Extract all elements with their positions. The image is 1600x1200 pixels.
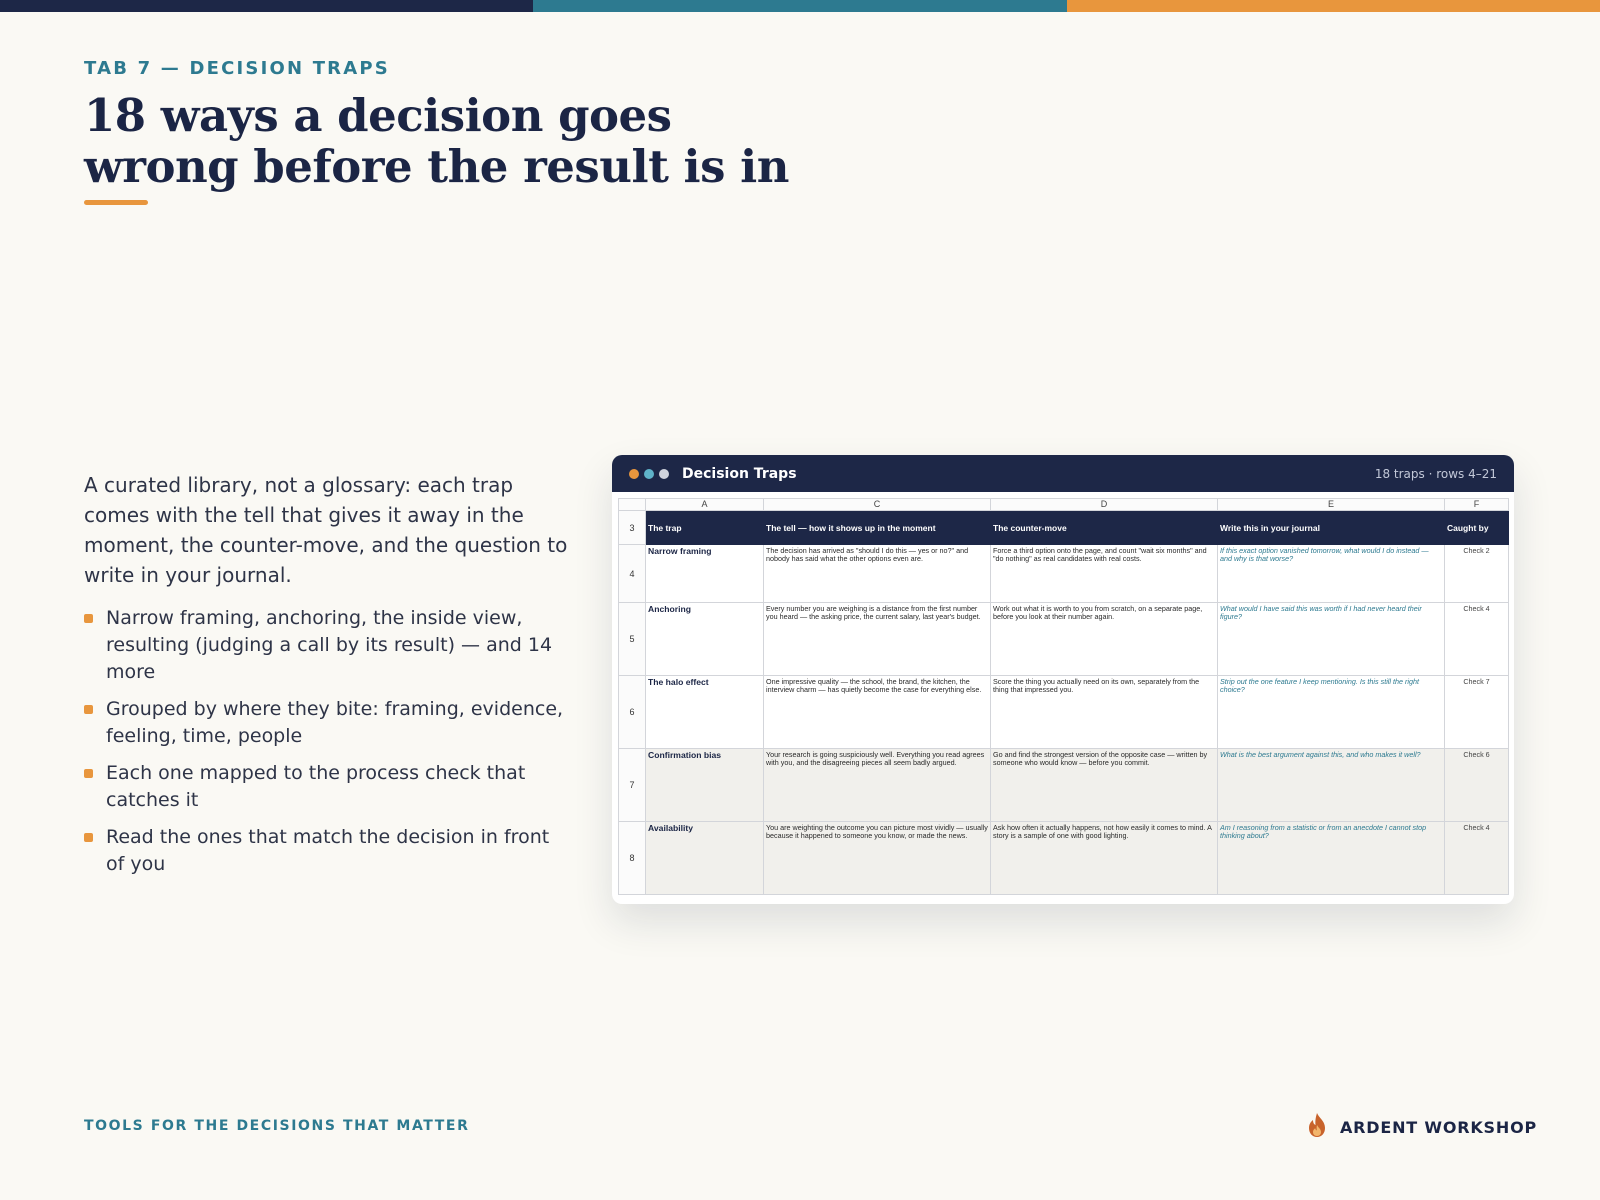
lead-paragraph: A curated library, not a glossary: each … — [84, 473, 568, 587]
bullet-marker — [84, 769, 93, 778]
column-letter[interactable]: A — [645, 498, 764, 511]
brand-lockup: ARDENT WORKSHOP — [1306, 1112, 1537, 1142]
tell-cell[interactable]: You are weighting the outcome you can pi… — [763, 821, 991, 895]
bullet-marker — [84, 833, 93, 842]
bullet-item: Narrow framing, anchoring, the inside vi… — [84, 605, 564, 686]
table-row: 7 Confirmation bias Your research is goi… — [618, 748, 1509, 822]
table-row: 6 The halo effect One impressive quality… — [618, 675, 1509, 749]
bullet-text: Grouped by where they bite: framing, evi… — [106, 698, 564, 747]
journal-cell[interactable]: What is the best argument against this, … — [1217, 748, 1445, 822]
row-number[interactable]: 3 — [618, 510, 646, 545]
bullet-marker — [84, 705, 93, 714]
spreadsheet-grid: A C D E F 3 The trap The tell — how it s… — [618, 498, 1509, 895]
table-header-row: 3 The trap The tell — how it shows up in… — [618, 510, 1509, 545]
row-number[interactable]: 6 — [618, 675, 646, 749]
bullet-text: Read the ones that match the decision in… — [106, 826, 550, 875]
table-row: 4 Narrow framing The decision has arrive… — [618, 544, 1509, 603]
page-title: 18 ways a decision goes wrong before the… — [84, 90, 884, 192]
top-accent-bar — [0, 0, 1600, 12]
header-cell[interactable]: The tell — how it shows up in the moment — [763, 510, 991, 545]
bullet-marker — [84, 614, 93, 623]
check-cell[interactable]: Check 4 — [1444, 821, 1509, 895]
journal-cell[interactable]: What would I have said this was worth if… — [1217, 602, 1445, 676]
eyebrow-label: TAB 7 — DECISION TRAPS — [84, 58, 390, 79]
tell-cell[interactable]: Every number you are weighing is a dista… — [763, 602, 991, 676]
trap-cell[interactable]: Availability — [645, 821, 764, 895]
journal-cell[interactable]: If this exact option vanished tomorrow, … — [1217, 544, 1445, 603]
window-dot-teal[interactable] — [644, 468, 654, 479]
header-cell[interactable]: Caught by — [1444, 510, 1509, 545]
check-cell[interactable]: Check 4 — [1444, 602, 1509, 676]
journal-cell[interactable]: Strip out the one feature I keep mention… — [1217, 675, 1445, 749]
bullet-item: Read the ones that match the decision in… — [84, 824, 564, 878]
table-row: 5 Anchoring Every number you are weighin… — [618, 602, 1509, 676]
column-letter[interactable]: C — [763, 498, 991, 511]
header-cell[interactable]: Write this in your journal — [1217, 510, 1445, 545]
footer-tagline: TOOLS FOR THE DECISIONS THAT MATTER — [84, 1118, 470, 1134]
tell-cell[interactable]: One impressive quality — the school, the… — [763, 675, 991, 749]
column-letter[interactable]: E — [1217, 498, 1445, 511]
row-number[interactable]: 7 — [618, 748, 646, 822]
column-letter[interactable]: F — [1444, 498, 1509, 511]
spreadsheet-window: Decision Traps 18 traps · rows 4–21 A C … — [612, 455, 1514, 904]
check-cell[interactable]: Check 6 — [1444, 748, 1509, 822]
counter-move-cell[interactable]: Work out what it is worth to you from sc… — [990, 602, 1218, 676]
check-cell[interactable]: Check 2 — [1444, 544, 1509, 603]
tell-cell[interactable]: The decision has arrived as "should I do… — [763, 544, 991, 603]
counter-move-cell[interactable]: Go and find the strongest version of the… — [990, 748, 1218, 822]
counter-move-cell[interactable]: Score the thing you actually need on its… — [990, 675, 1218, 749]
window-dot-grey[interactable] — [659, 468, 669, 479]
header-cell[interactable]: The counter-move — [990, 510, 1218, 545]
column-header-row: A C D E F — [618, 498, 1509, 511]
counter-move-cell[interactable]: Ask how often it actually happens, not h… — [990, 821, 1218, 895]
trap-cell[interactable]: The halo effect — [645, 675, 764, 749]
flame-icon — [1306, 1112, 1328, 1142]
accent-segment-orange — [1066, 0, 1600, 12]
bullet-text: Narrow framing, anchoring, the inside vi… — [106, 607, 553, 683]
window-title: Decision Traps — [682, 465, 797, 482]
title-line-1: 18 ways a decision goes — [84, 89, 672, 142]
window-titlebar: Decision Traps 18 traps · rows 4–21 — [612, 455, 1514, 492]
title-underline — [84, 200, 148, 205]
row-number[interactable]: 5 — [618, 602, 646, 676]
bullet-list: Narrow framing, anchoring, the inside vi… — [84, 605, 564, 888]
window-meta: 18 traps · rows 4–21 — [1374, 466, 1497, 481]
bullet-item: Grouped by where they bite: framing, evi… — [84, 696, 564, 750]
title-line-2: wrong before the result is in — [84, 140, 789, 193]
trap-cell[interactable]: Anchoring — [645, 602, 764, 676]
corner-cell — [618, 498, 646, 511]
tell-cell[interactable]: Your research is going suspiciously well… — [763, 748, 991, 822]
trap-cell[interactable]: Narrow framing — [645, 544, 764, 603]
window-controls — [629, 468, 669, 479]
table-row: 8 Availability You are weighting the out… — [618, 821, 1509, 895]
row-number[interactable]: 8 — [618, 821, 646, 895]
check-cell[interactable]: Check 7 — [1444, 675, 1509, 749]
column-letter[interactable]: D — [990, 498, 1218, 511]
journal-cell[interactable]: Am I reasoning from a statistic or from … — [1217, 821, 1445, 895]
counter-move-cell[interactable]: Force a third option onto the page, and … — [990, 544, 1218, 603]
brand-name: ARDENT WORKSHOP — [1340, 1117, 1537, 1137]
header-cell[interactable]: The trap — [645, 510, 764, 545]
accent-segment-navy — [0, 0, 534, 12]
row-number[interactable]: 4 — [618, 544, 646, 603]
bullet-text: Each one mapped to the process check tha… — [106, 762, 526, 811]
bullet-item: Each one mapped to the process check tha… — [84, 760, 564, 814]
trap-cell[interactable]: Confirmation bias — [645, 748, 764, 822]
accent-segment-teal — [533, 0, 1067, 12]
window-dot-orange[interactable] — [629, 468, 639, 479]
